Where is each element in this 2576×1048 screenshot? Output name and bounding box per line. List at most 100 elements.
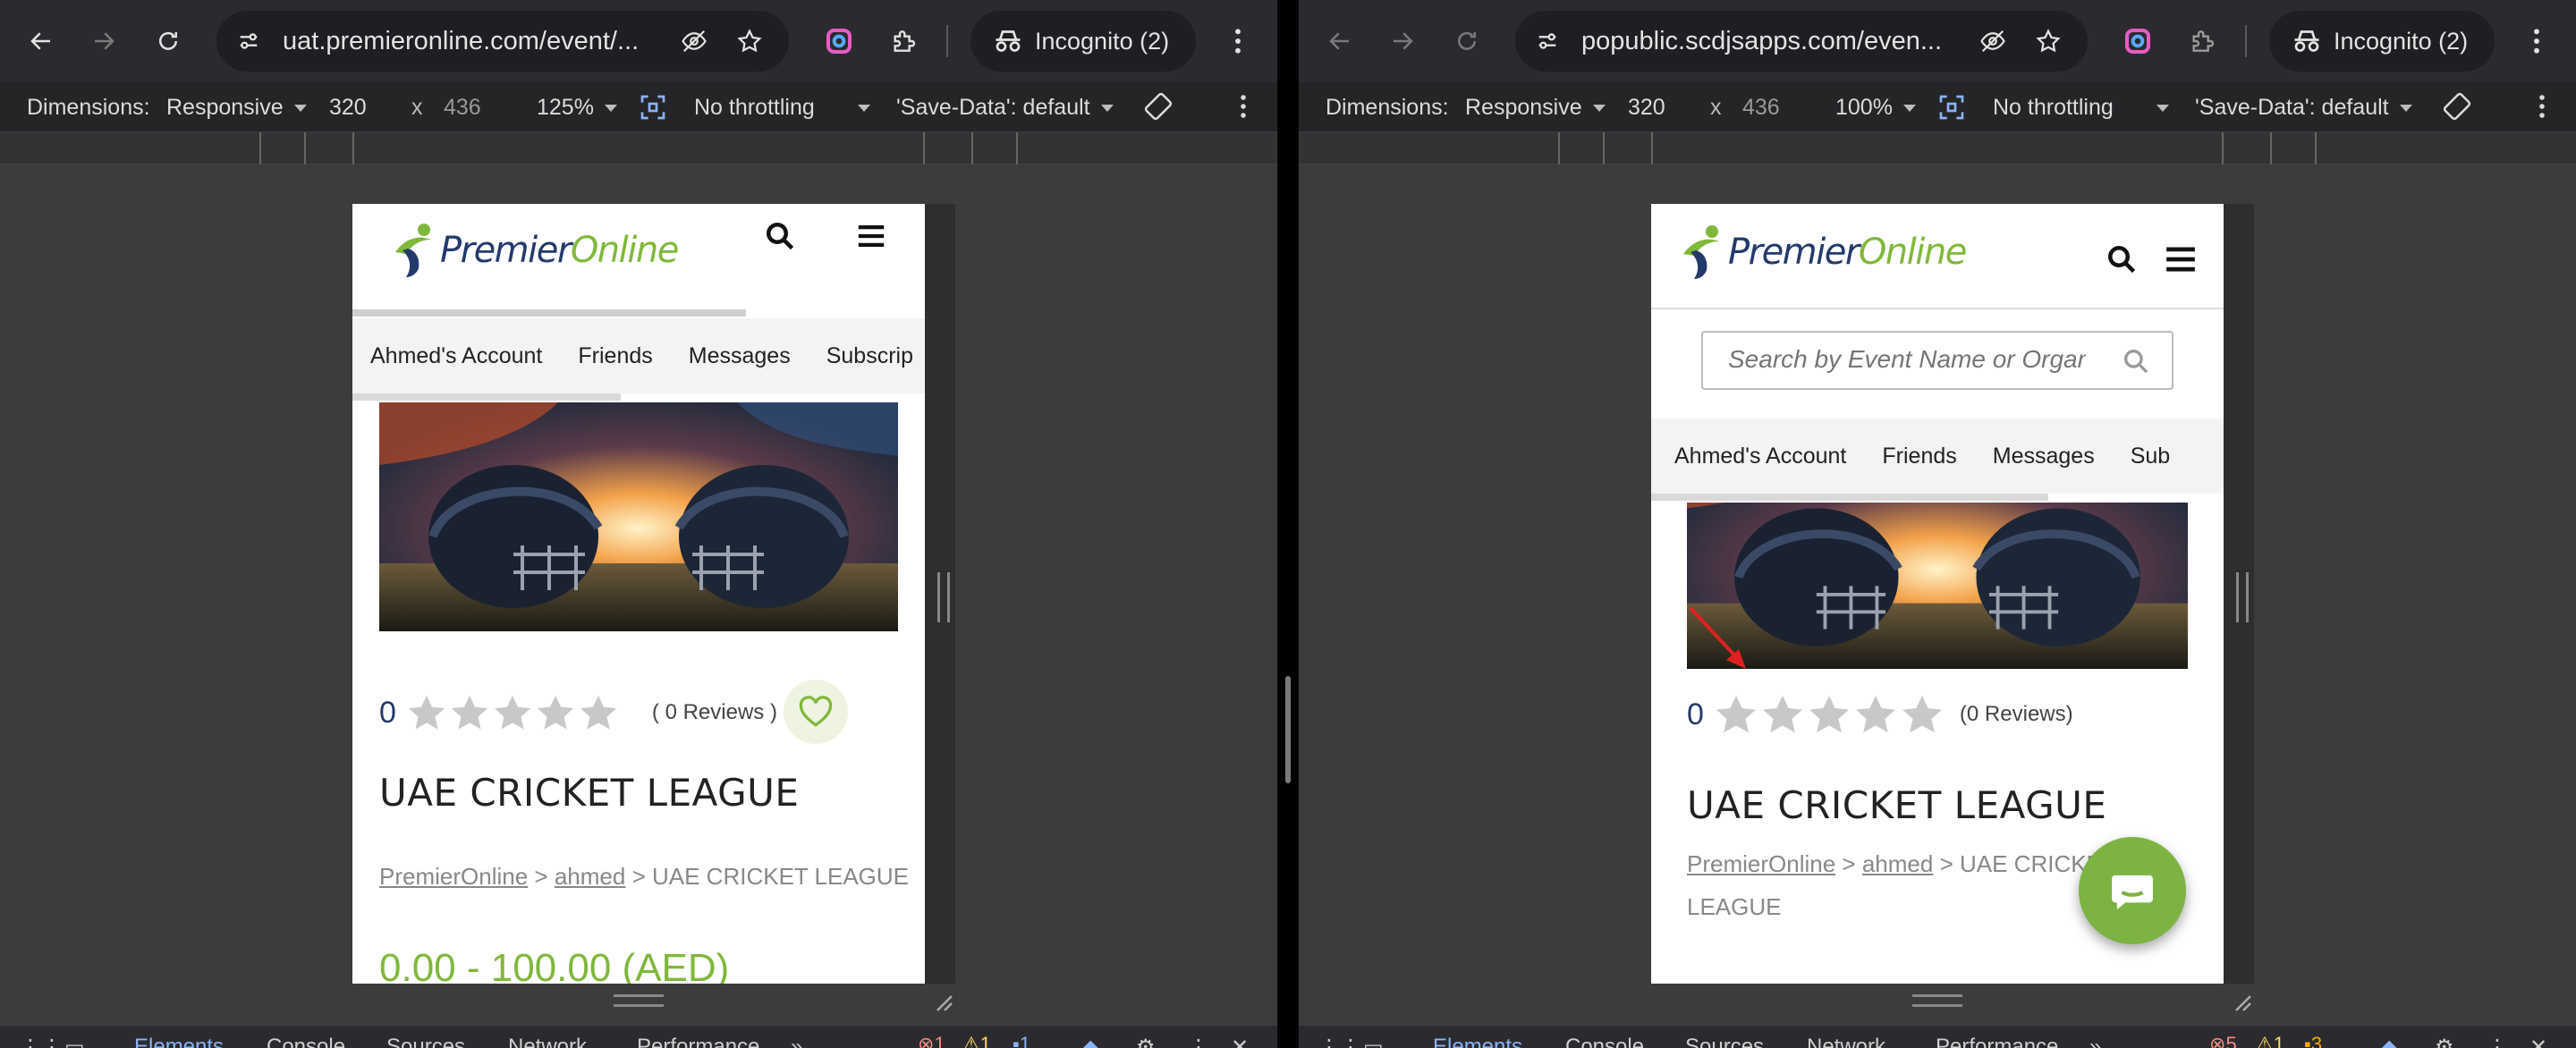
star-icon[interactable] <box>493 694 532 731</box>
reload-button[interactable] <box>147 20 190 63</box>
incognito-button[interactable]: Incognito (2) <box>2269 11 2495 72</box>
issues-count[interactable]: ▪3 <box>2304 1033 2322 1048</box>
star-icon[interactable] <box>1715 694 1758 735</box>
tab-network[interactable]: Network <box>508 1035 587 1048</box>
star-icon[interactable] <box>1901 694 1944 735</box>
forward-button[interactable] <box>1381 20 1424 63</box>
throttle-select[interactable]: No throttling <box>694 82 870 132</box>
rating-stars[interactable] <box>1715 694 1947 735</box>
rating-stars[interactable] <box>407 694 622 731</box>
forward-button[interactable] <box>82 20 125 63</box>
star-icon[interactable] <box>450 694 489 731</box>
info-count[interactable]: ▪1 <box>1013 1033 1030 1048</box>
tab-console[interactable]: Console <box>1565 1035 1644 1048</box>
back-button[interactable] <box>20 20 63 63</box>
tab-performance[interactable]: Performance <box>1936 1035 2058 1048</box>
rotate-icon[interactable] <box>2442 91 2472 128</box>
ai-assist-icon[interactable]: ◆ <box>2381 1035 2397 1048</box>
reviews-count[interactable]: ( 0 Reviews ) <box>652 700 777 725</box>
subnav-item-subscriptions[interactable]: Sub <box>2131 444 2170 469</box>
event-search-box[interactable] <box>1701 331 2174 390</box>
subnav-scrollbar[interactable] <box>1651 494 2048 501</box>
save-data-select[interactable]: 'Save-Data': default <box>896 82 1114 132</box>
dock-icon[interactable]: ⋮⋮ <box>20 1035 63 1048</box>
extensions-puzzle-icon[interactable] <box>882 20 925 63</box>
search-icon[interactable] <box>2122 347 2150 376</box>
close-icon[interactable]: ✕ <box>1231 1035 1249 1048</box>
star-icon[interactable] <box>536 694 575 731</box>
zoom-select[interactable]: 125% <box>537 82 617 132</box>
error-count[interactable]: ⊗1 <box>918 1033 945 1048</box>
more-vertical-icon[interactable] <box>1240 93 1247 126</box>
ai-assist-icon[interactable]: ◆ <box>1082 1035 1098 1048</box>
zoom-select[interactable]: 100% <box>1835 82 1916 132</box>
height-input[interactable]: 436 <box>1742 82 1780 132</box>
device-toggle-icon[interactable]: ▭ <box>1363 1035 1384 1048</box>
subnav-scrollbar[interactable] <box>352 393 621 401</box>
tab-more[interactable]: » <box>2089 1035 2101 1048</box>
reload-button[interactable] <box>1445 20 1488 63</box>
star-icon[interactable] <box>579 694 618 731</box>
warning-count[interactable]: ⚠1 <box>2256 1033 2284 1048</box>
rotate-icon[interactable] <box>1143 91 1174 128</box>
more-vertical-icon[interactable] <box>2538 93 2546 126</box>
favorite-button[interactable] <box>784 680 848 744</box>
tab-more[interactable]: » <box>791 1035 802 1048</box>
device-select[interactable]: Responsive <box>166 82 307 132</box>
gear-icon[interactable]: ⚙ <box>1136 1035 1156 1048</box>
address-bar[interactable]: uat.premieronline.com/event/... <box>216 11 789 72</box>
eye-slash-icon[interactable] <box>673 20 716 63</box>
save-data-select[interactable]: 'Save-Data': default <box>2195 82 2412 132</box>
width-input[interactable]: 320 <box>329 82 367 132</box>
dock-icon[interactable]: ⋮⋮ <box>1318 1035 1361 1048</box>
search-icon[interactable] <box>2102 240 2141 279</box>
tab-elements[interactable]: Elements <box>134 1035 224 1048</box>
subnav-item-account[interactable]: Ahmed's Account <box>370 343 542 369</box>
subnav-item-friends[interactable]: Friends <box>1882 444 1956 469</box>
bookmark-star-icon[interactable] <box>2027 20 2070 63</box>
site-settings-icon[interactable] <box>1526 20 1569 63</box>
star-icon[interactable] <box>1854 694 1897 735</box>
breadcrumb-user-link[interactable]: ahmed <box>1862 850 1934 877</box>
search-icon[interactable] <box>760 216 800 256</box>
premieronline-logo[interactable]: PremierOnline <box>390 222 679 279</box>
search-input[interactable] <box>1728 345 2086 374</box>
tab-console[interactable]: Console <box>267 1035 345 1048</box>
url-text[interactable]: popublic.scdjsapps.com/even... <box>1581 11 1948 72</box>
hamburger-menu-icon[interactable] <box>852 216 891 256</box>
back-button[interactable] <box>1318 20 1361 63</box>
incognito-button[interactable]: Incognito (2) <box>970 11 1196 72</box>
star-icon[interactable] <box>1808 694 1851 735</box>
browser-menu-button[interactable] <box>1220 20 1256 63</box>
resize-handle-right[interactable] <box>937 572 950 622</box>
star-icon[interactable] <box>407 694 446 731</box>
chat-launcher-button[interactable] <box>2079 837 2186 944</box>
device-toggle-icon[interactable]: ▭ <box>64 1035 85 1048</box>
resize-corner-icon[interactable] <box>932 991 953 1012</box>
width-input[interactable]: 320 <box>1628 82 1665 132</box>
subnav-item-subscriptions[interactable]: Subscrip <box>826 343 913 369</box>
url-text[interactable]: uat.premieronline.com/event/... <box>283 11 649 72</box>
height-input[interactable]: 436 <box>444 82 481 132</box>
browser-menu-button[interactable] <box>2519 20 2555 63</box>
tab-sources[interactable]: Sources <box>386 1035 465 1048</box>
breadcrumb-user-link[interactable]: ahmed <box>555 863 626 890</box>
resize-handle-bottom[interactable] <box>614 994 664 1007</box>
tab-performance[interactable]: Performance <box>637 1035 759 1048</box>
header-scrollbar[interactable] <box>352 309 746 317</box>
gear-icon[interactable]: ⚙ <box>2435 1035 2454 1048</box>
device-select[interactable]: Responsive <box>1465 82 1606 132</box>
more-vertical-icon[interactable]: ⋮ <box>2487 1035 2508 1048</box>
media-query-ruler[interactable] <box>1299 132 2576 165</box>
more-vertical-icon[interactable]: ⋮ <box>1188 1035 1209 1048</box>
tab-network[interactable]: Network <box>1807 1035 1885 1048</box>
site-settings-icon[interactable] <box>227 20 270 63</box>
subnav-item-messages[interactable]: Messages <box>689 343 791 369</box>
extension-colorful-icon[interactable] <box>818 20 860 63</box>
close-icon[interactable]: ✕ <box>2529 1035 2547 1048</box>
eye-slash-icon[interactable] <box>1971 20 2014 63</box>
tab-sources[interactable]: Sources <box>1685 1035 1764 1048</box>
split-resize-handle[interactable] <box>1285 676 1291 783</box>
extension-colorful-icon[interactable] <box>2116 20 2159 63</box>
breadcrumb-home-link[interactable]: PremierOnline <box>1687 850 1835 877</box>
